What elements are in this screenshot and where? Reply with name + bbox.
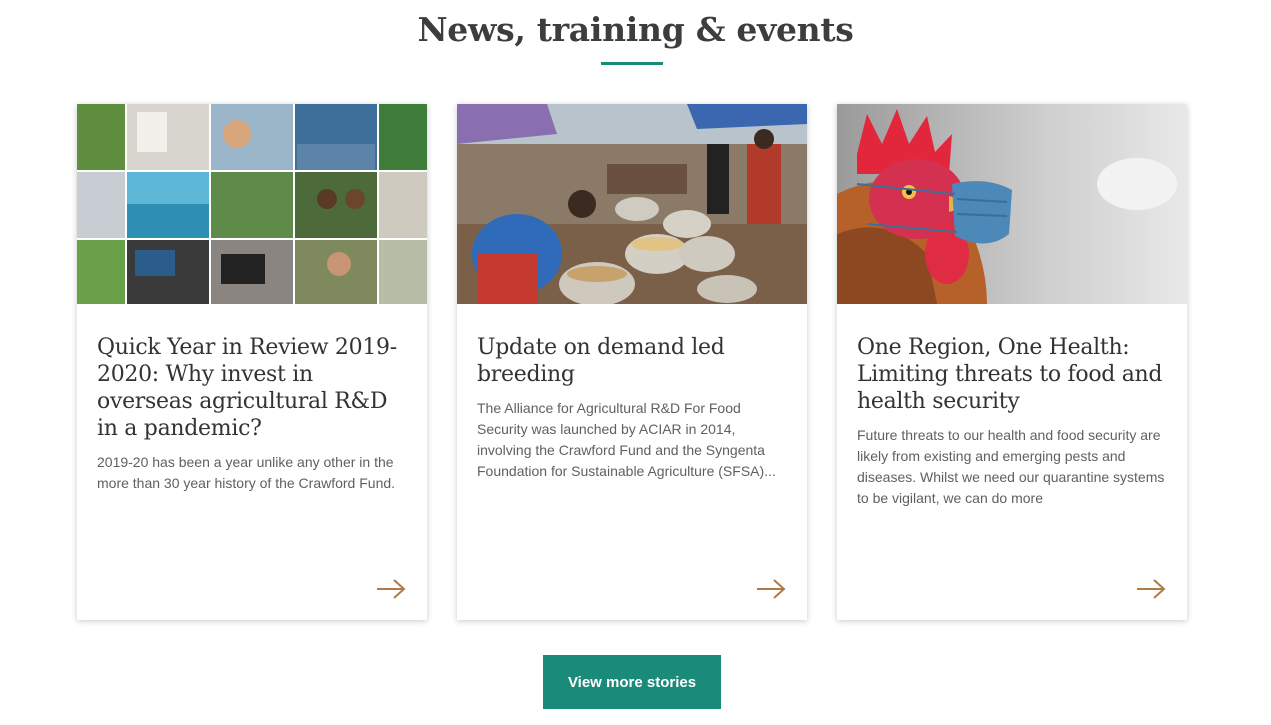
- card-image-market[interactable]: [457, 104, 807, 304]
- card-excerpt: Future threats to our health and food se…: [857, 427, 1165, 506]
- card-excerpt: The Alliance for Agricultural R&D For Fo…: [477, 400, 776, 479]
- card-image-rooster[interactable]: [837, 104, 1187, 304]
- card-title[interactable]: One Region, One Health: Limiting threats…: [857, 334, 1172, 415]
- title-underline: [601, 62, 663, 65]
- arrow-right-icon[interactable]: [757, 578, 787, 600]
- arrow-right-icon[interactable]: [1137, 578, 1167, 600]
- section-title: News, training & events: [417, 10, 854, 49]
- news-card[interactable]: Update on demand led breeding The Allian…: [457, 104, 807, 620]
- news-card[interactable]: One Region, One Health: Limiting threats…: [837, 104, 1187, 620]
- view-more-stories-button[interactable]: View more stories: [543, 655, 721, 709]
- news-card[interactable]: Quick Year in Review 2019-2020: Why inve…: [77, 104, 427, 620]
- card-excerpt: 2019-20 has been a year unlike any other…: [97, 454, 396, 491]
- arrow-right-icon[interactable]: [377, 578, 407, 600]
- card-title[interactable]: Quick Year in Review 2019-2020: Why inve…: [97, 334, 412, 442]
- card-title[interactable]: Update on demand led breeding: [477, 334, 792, 388]
- card-image-collage[interactable]: [77, 104, 427, 304]
